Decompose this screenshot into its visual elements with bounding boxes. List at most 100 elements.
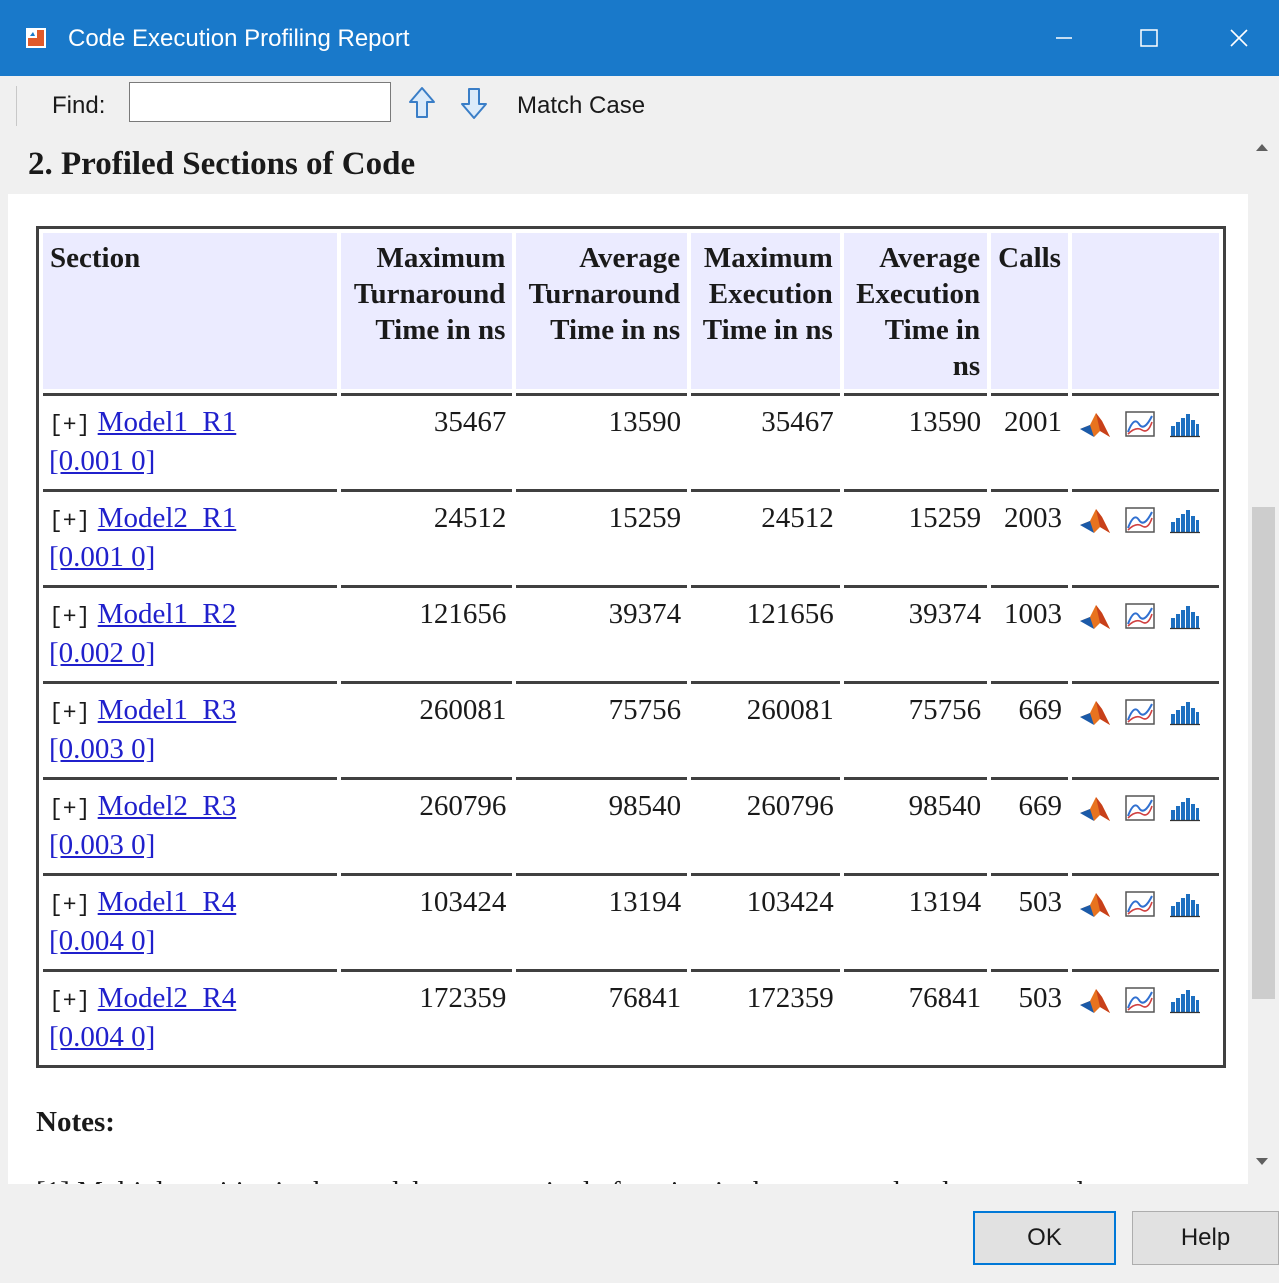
- avg-turnaround-cell: 39374: [516, 585, 688, 677]
- matlab-icon[interactable]: [1078, 793, 1112, 823]
- close-button[interactable]: [1194, 0, 1279, 76]
- section-name-link[interactable]: Model2_R1: [98, 502, 237, 534]
- calls-cell: 503: [991, 969, 1068, 1061]
- max-turnaround-cell: 103424: [341, 873, 513, 965]
- max-turnaround-cell: 121656: [341, 585, 513, 677]
- section-rate-link[interactable]: [0.004 0]: [49, 1021, 155, 1053]
- section-cell: [+] Model1_R1 [0.001 0]: [43, 393, 337, 485]
- find-toolbar: Find: Match Case: [0, 76, 1279, 134]
- section-name-link[interactable]: Model2_R3: [98, 790, 237, 822]
- section-name-link[interactable]: Model1_R1: [98, 406, 237, 438]
- timeline-plot-icon[interactable]: [1123, 409, 1157, 439]
- report-content: 2. Profiled Sections of Code Section Max…: [8, 134, 1248, 1184]
- match-case-toggle[interactable]: Match Case: [517, 92, 645, 120]
- scrollbar-thumb[interactable]: [1252, 507, 1275, 999]
- section-cell: [+] Model2_R1 [0.001 0]: [43, 489, 337, 581]
- histogram-icon[interactable]: [1168, 793, 1202, 823]
- max-turnaround-cell: 35467: [341, 393, 513, 485]
- matlab-icon[interactable]: [1078, 985, 1112, 1015]
- timeline-plot-icon[interactable]: [1123, 601, 1157, 631]
- avg-turnaround-cell: 75756: [516, 681, 688, 773]
- section-rate-link[interactable]: [0.001 0]: [49, 445, 155, 477]
- table-header-row: Section Maximum Turnaround Time in ns Av…: [43, 233, 1219, 389]
- timeline-plot-icon[interactable]: [1123, 889, 1157, 919]
- timeline-plot-icon[interactable]: [1123, 793, 1157, 823]
- avg-turnaround-cell: 13590: [516, 393, 688, 485]
- section-rate-link[interactable]: [0.004 0]: [49, 925, 155, 957]
- scroll-down-arrow-icon[interactable]: [1256, 1158, 1268, 1165]
- histogram-icon[interactable]: [1168, 697, 1202, 727]
- timeline-plot-icon[interactable]: [1123, 505, 1157, 535]
- maximize-button[interactable]: [1104, 0, 1194, 76]
- table-row: [+] Model1_R4 [0.004 0] 103424 13194 103424 1…: [43, 873, 1219, 965]
- avg-execution-cell: 39374: [843, 585, 988, 677]
- minimize-button[interactable]: [1019, 0, 1109, 76]
- expand-toggle[interactable]: [+]: [49, 796, 90, 822]
- section-heading-bar: 2. Profiled Sections of Code: [8, 134, 1248, 194]
- expand-toggle[interactable]: [+]: [49, 604, 90, 630]
- avg-turnaround-cell: 15259: [516, 489, 688, 581]
- table-body: [+] Model1_R1 [0.001 0] 35467 13590 35467 135…: [43, 393, 1219, 1061]
- row-actions-cell: [1071, 585, 1219, 677]
- table-row: [+] Model2_R1 [0.001 0] 24512 15259 24512 152…: [43, 489, 1219, 581]
- matlab-icon[interactable]: [1078, 697, 1112, 727]
- histogram-icon[interactable]: [1168, 409, 1202, 439]
- expand-toggle[interactable]: [+]: [49, 508, 90, 534]
- row-actions-cell: [1071, 777, 1219, 869]
- matlab-icon[interactable]: [1078, 409, 1112, 439]
- expand-toggle[interactable]: [+]: [49, 700, 90, 726]
- avg-execution-cell: 75756: [843, 681, 988, 773]
- max-turnaround-cell: 172359: [341, 969, 513, 1061]
- section-rate-link[interactable]: [0.002 0]: [49, 637, 155, 669]
- section-rate-link[interactable]: [0.003 0]: [49, 733, 155, 765]
- histogram-icon[interactable]: [1168, 985, 1202, 1015]
- table-row: [+] Model1_R3 [0.003 0] 260081 75756 260081 7…: [43, 681, 1219, 773]
- histogram-icon[interactable]: [1168, 889, 1202, 919]
- section-name-link[interactable]: Model2_R4: [98, 982, 237, 1014]
- section-name-link[interactable]: Model1_R3: [98, 694, 237, 726]
- max-execution-cell: 24512: [691, 489, 840, 581]
- vertical-scrollbar[interactable]: [1248, 134, 1279, 1184]
- row-actions-cell: [1071, 681, 1219, 773]
- help-button[interactable]: Help: [1132, 1211, 1279, 1265]
- section-name-link[interactable]: Model1_R4: [98, 886, 237, 918]
- find-input[interactable]: [129, 82, 391, 122]
- section-rate-link[interactable]: [0.003 0]: [49, 829, 155, 861]
- avg-execution-cell: 15259: [843, 489, 988, 581]
- avg-execution-cell: 76841: [843, 969, 988, 1061]
- section-cell: [+] Model1_R2 [0.002 0]: [43, 585, 337, 677]
- section-name-link[interactable]: Model1_R2: [98, 598, 237, 630]
- max-execution-cell: 103424: [691, 873, 840, 965]
- scroll-up-arrow-icon[interactable]: [1256, 144, 1268, 151]
- title-bar: Code Execution Profiling Report: [0, 0, 1279, 76]
- find-label: Find:: [52, 92, 106, 119]
- row-actions-cell: [1071, 393, 1219, 485]
- row-actions-cell: [1071, 489, 1219, 581]
- timeline-plot-icon[interactable]: [1123, 697, 1157, 727]
- header-calls: Calls: [991, 233, 1068, 389]
- expand-toggle[interactable]: [+]: [49, 988, 90, 1014]
- avg-turnaround-cell: 98540: [516, 777, 688, 869]
- avg-turnaround-cell: 76841: [516, 969, 688, 1061]
- matlab-icon[interactable]: [1078, 889, 1112, 919]
- histogram-icon[interactable]: [1168, 601, 1202, 631]
- expand-toggle[interactable]: [+]: [49, 892, 90, 918]
- section-cell: [+] Model2_R4 [0.004 0]: [43, 969, 337, 1061]
- avg-turnaround-cell: 13194: [516, 873, 688, 965]
- matlab-icon[interactable]: [1078, 601, 1112, 631]
- find-next-arrow-icon[interactable]: [459, 86, 489, 120]
- ok-button[interactable]: OK: [973, 1211, 1116, 1265]
- histogram-icon[interactable]: [1168, 505, 1202, 535]
- section-rate-link[interactable]: [0.001 0]: [49, 541, 155, 573]
- header-avg-execution: Average Execution Time in ns: [843, 233, 988, 389]
- find-previous-arrow-icon[interactable]: [407, 86, 437, 120]
- header-section: Section: [43, 233, 337, 389]
- expand-toggle[interactable]: [+]: [49, 412, 90, 438]
- timeline-plot-icon[interactable]: [1123, 985, 1157, 1015]
- matlab-icon[interactable]: [1078, 505, 1112, 535]
- notes-text: [1] Multiple entities in the model map t…: [36, 1174, 1226, 1184]
- profiling-report-window: Code Execution Profiling Report Find: Ma…: [0, 0, 1279, 1283]
- section-cell: [+] Model2_R3 [0.003 0]: [43, 777, 337, 869]
- calls-cell: 669: [991, 777, 1068, 869]
- header-avg-turnaround: Average Turnaround Time in ns: [516, 233, 688, 389]
